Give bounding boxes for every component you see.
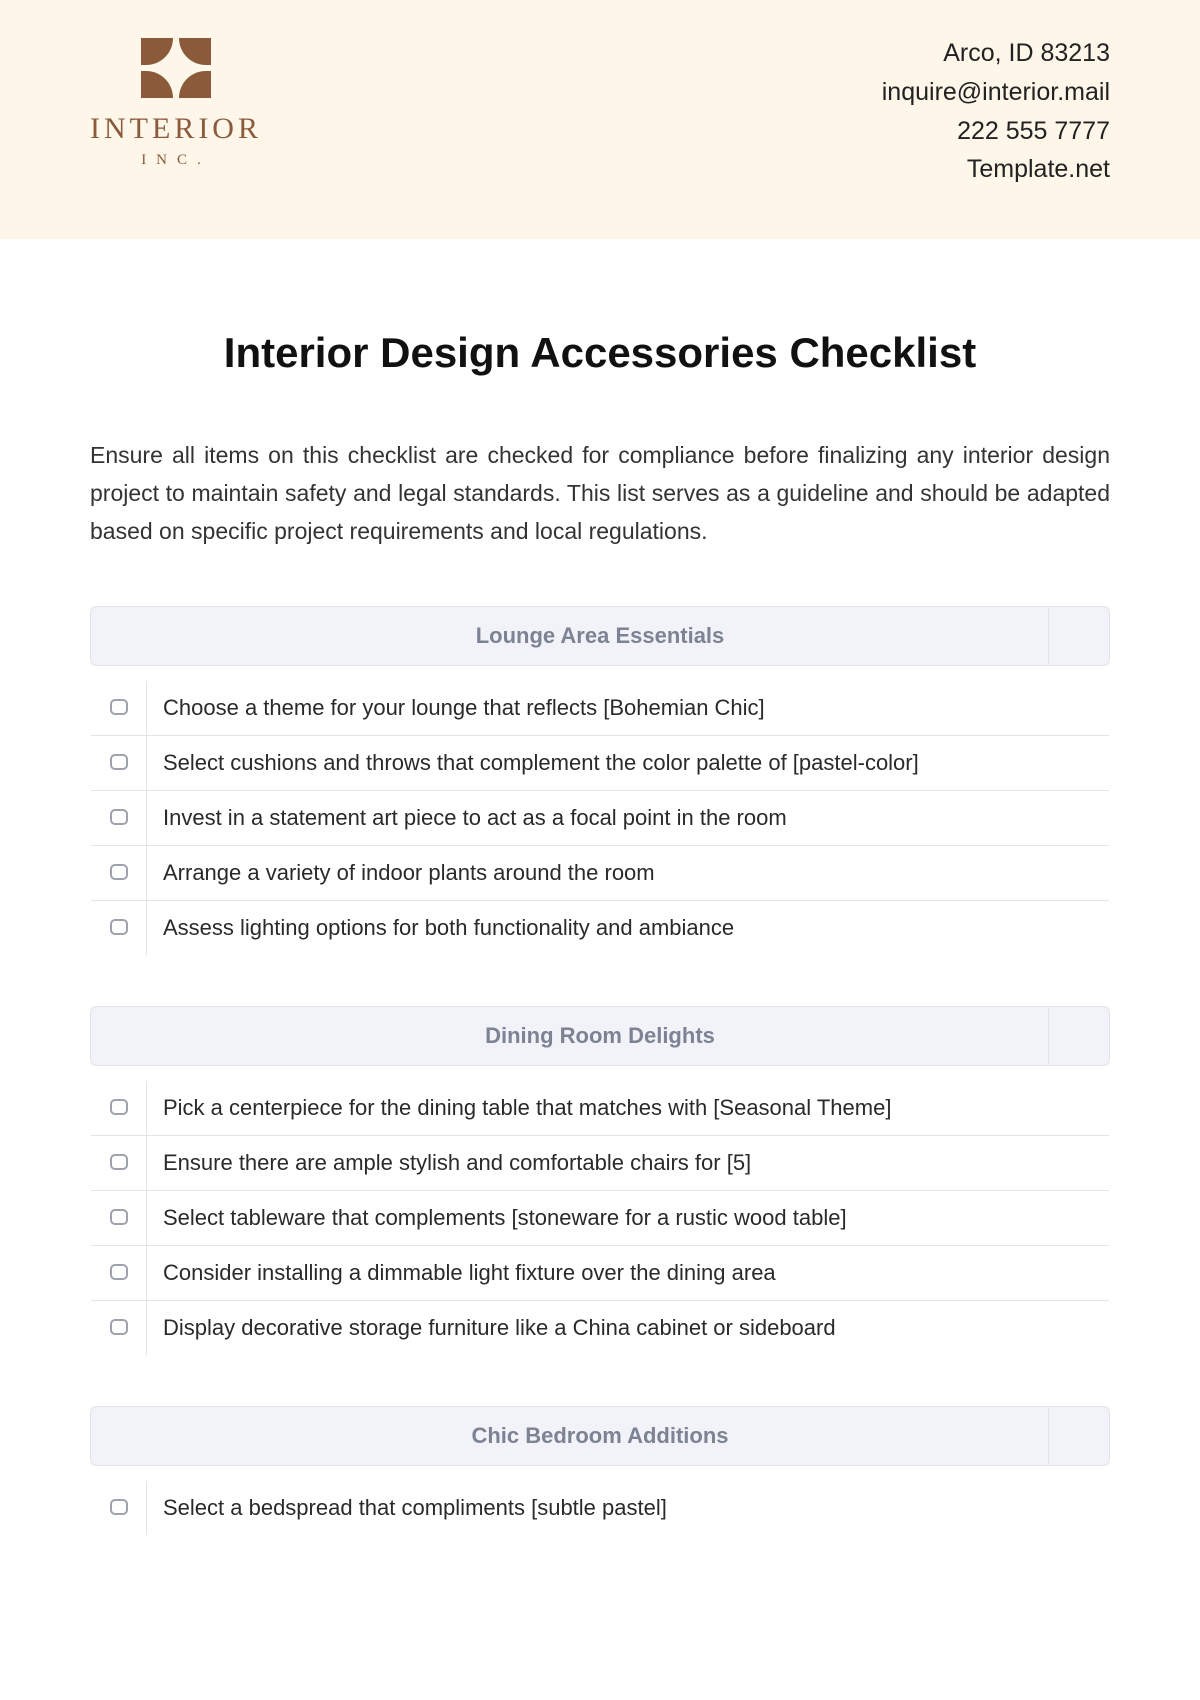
checklist-item-text: Select cushions and throws that compleme…	[147, 735, 1110, 790]
logo-block: INTERIOR INC.	[90, 38, 262, 169]
checklist-table: Select a bedspread that compliments [sub…	[90, 1480, 1110, 1536]
content: Interior Design Accessories Checklist En…	[0, 239, 1200, 1626]
checkbox-icon[interactable]	[110, 1209, 128, 1225]
checklist-row: Assess lighting options for both functio…	[91, 900, 1110, 955]
checklist-item-text: Choose a theme for your lounge that refl…	[147, 680, 1110, 735]
checklist-row: Choose a theme for your lounge that refl…	[91, 680, 1110, 735]
contact-phone: 222 555 7777	[882, 112, 1110, 151]
checklist-row: Display decorative storage furniture lik…	[91, 1300, 1110, 1355]
checklist-row: Arrange a variety of indoor plants aroun…	[91, 845, 1110, 900]
contact-address: Arco, ID 83213	[882, 34, 1110, 73]
checkbox-icon[interactable]	[110, 754, 128, 770]
checklist-row: Ensure there are ample stylish and comfo…	[91, 1135, 1110, 1190]
contact-site: Template.net	[882, 150, 1110, 189]
checkbox-icon[interactable]	[110, 1264, 128, 1280]
page-title: Interior Design Accessories Checklist	[90, 329, 1110, 377]
checkbox-icon[interactable]	[110, 919, 128, 935]
checklist-table: Choose a theme for your lounge that refl…	[90, 680, 1110, 956]
section-heading: Dining Room Delights	[90, 1006, 1110, 1066]
checkbox-icon[interactable]	[110, 1154, 128, 1170]
checklist-item-text: Select tableware that complements [stone…	[147, 1190, 1110, 1245]
checkbox-icon[interactable]	[110, 699, 128, 715]
checkbox-icon[interactable]	[110, 1499, 128, 1515]
logo-name: INTERIOR	[90, 112, 262, 146]
checklist-item-text: Ensure there are ample stylish and comfo…	[147, 1135, 1110, 1190]
checkbox-icon[interactable]	[110, 864, 128, 880]
logo-sub: INC.	[141, 152, 211, 169]
checklist-item-text: Invest in a statement art piece to act a…	[147, 790, 1110, 845]
contact-block: Arco, ID 83213 inquire@interior.mail 222…	[882, 34, 1110, 189]
checklist-item-text: Assess lighting options for both functio…	[147, 900, 1110, 955]
checklist-item-text: Select a bedspread that compliments [sub…	[147, 1480, 1110, 1535]
checklist-row: Select tableware that complements [stone…	[91, 1190, 1110, 1245]
checkbox-icon[interactable]	[110, 1319, 128, 1335]
checklist-table: Pick a centerpiece for the dining table …	[90, 1080, 1110, 1356]
checklist-item-text: Display decorative storage furniture lik…	[147, 1300, 1110, 1355]
section-heading: Chic Bedroom Additions	[90, 1406, 1110, 1466]
checklist-item-text: Arrange a variety of indoor plants aroun…	[147, 845, 1110, 900]
checkbox-icon[interactable]	[110, 809, 128, 825]
checkbox-icon[interactable]	[110, 1099, 128, 1115]
contact-email: inquire@interior.mail	[882, 73, 1110, 112]
checklist-item-text: Pick a centerpiece for the dining table …	[147, 1080, 1110, 1135]
checklist-item-text: Consider installing a dimmable light fix…	[147, 1245, 1110, 1300]
logo-icon	[141, 38, 211, 98]
checklist-row: Pick a centerpiece for the dining table …	[91, 1080, 1110, 1135]
checklist-row: Select cushions and throws that compleme…	[91, 735, 1110, 790]
checklist-row: Invest in a statement art piece to act a…	[91, 790, 1110, 845]
header: INTERIOR INC. Arco, ID 83213 inquire@int…	[0, 0, 1200, 239]
intro-text: Ensure all items on this checklist are c…	[90, 437, 1110, 551]
checklist-row: Select a bedspread that compliments [sub…	[91, 1480, 1110, 1535]
checklist-row: Consider installing a dimmable light fix…	[91, 1245, 1110, 1300]
section-heading: Lounge Area Essentials	[90, 606, 1110, 666]
